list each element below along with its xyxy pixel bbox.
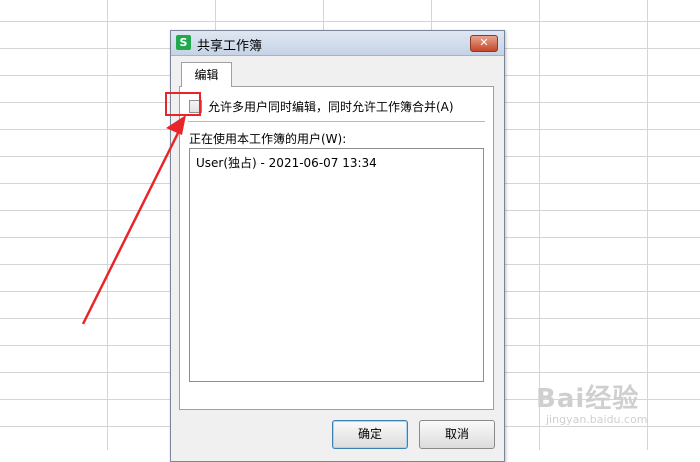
ok-button[interactable]: 确定 <box>332 420 408 449</box>
watermark-logo: Bai经验 <box>536 384 640 414</box>
cancel-button[interactable]: 取消 <box>419 420 495 449</box>
close-button[interactable]: ✕ <box>470 35 498 52</box>
dialog-body: 编辑 允许多用户同时编辑，同时允许工作簿合并(A) 正在使用本工作簿的用户(W)… <box>175 57 500 457</box>
users-list[interactable]: User(独占) - 2021-06-07 13:34 <box>189 148 484 382</box>
list-item[interactable]: User(独占) - 2021-06-07 13:34 <box>196 154 377 171</box>
allow-multi-user-option[interactable]: 允许多用户同时编辑，同时允许工作簿合并(A) <box>189 98 454 114</box>
divider <box>188 121 485 122</box>
allow-multi-user-checkbox[interactable] <box>189 99 202 113</box>
tab-edit[interactable]: 编辑 <box>181 62 232 87</box>
users-list-label: 正在使用本工作簿的用户(W): <box>189 132 347 146</box>
tab-panel: 允许多用户同时编辑，同时允许工作簿合并(A) 正在使用本工作簿的用户(W): U… <box>179 86 494 410</box>
dialog-title: 共享工作簿 <box>197 39 263 54</box>
dialog-titlebar: S 共享工作簿 ✕ <box>171 31 504 56</box>
share-workbook-dialog: S 共享工作簿 ✕ 编辑 允许多用户同时编辑，同时允许工作簿合并(A) 正在使用… <box>170 30 505 462</box>
allow-multi-user-label[interactable]: 允许多用户同时编辑，同时允许工作簿合并(A) <box>208 98 454 115</box>
app-logo-icon: S <box>176 35 191 50</box>
watermark-url: jingyan.baidu.com <box>546 413 648 426</box>
